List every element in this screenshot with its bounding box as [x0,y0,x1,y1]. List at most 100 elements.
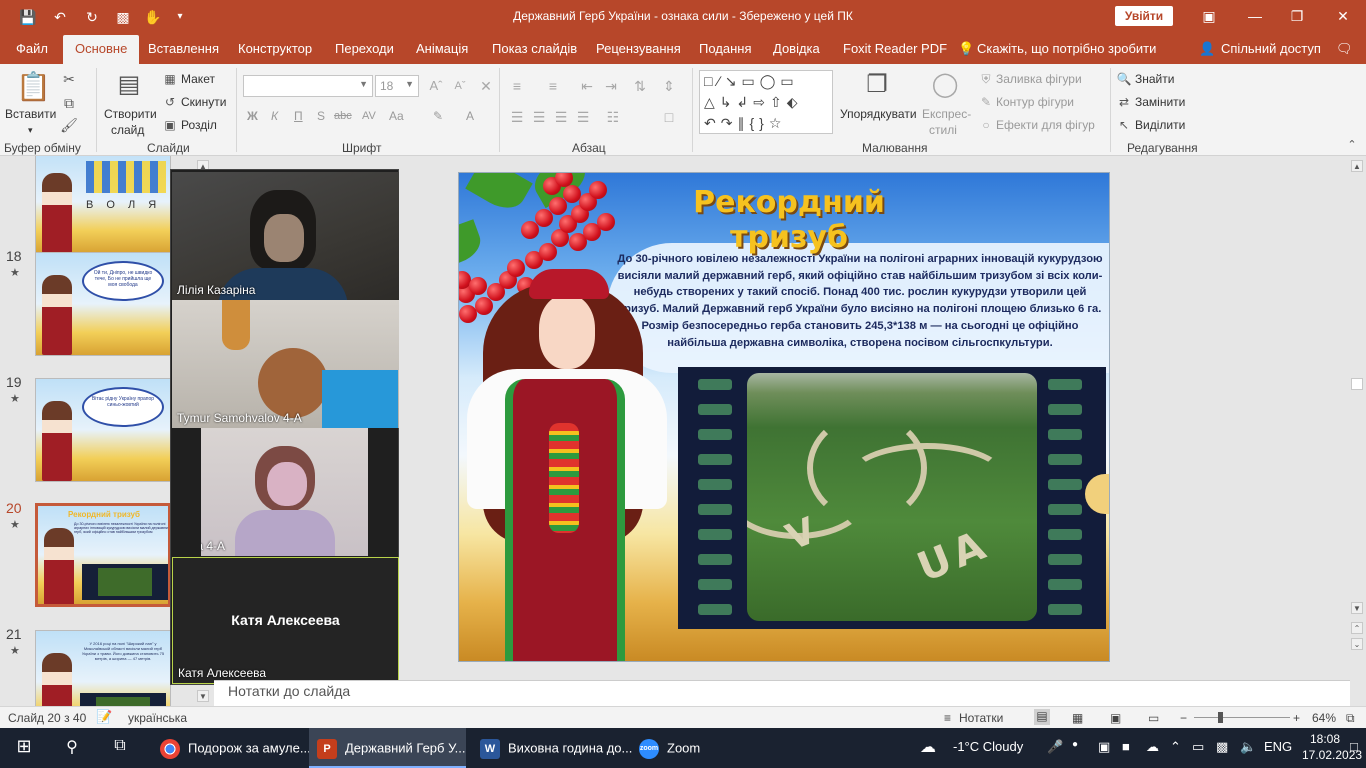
fit-slide-icon[interactable]: ⧉ [1346,711,1355,726]
paste-button[interactable]: Вставити [5,106,56,122]
close-icon[interactable]: ✕ [1320,0,1366,32]
slide-thumbnail[interactable]: Ой ти, Дніпро, не швидко тече, Бо не при… [35,252,171,356]
participant-video[interactable]: Tymur Samohvalov 4-А [172,300,399,428]
slide-body-text[interactable]: До 30-річного ювілею незалежності Україн… [617,251,1103,351]
notes-placeholder[interactable]: Нотатки до слайда [228,683,350,699]
shape-outline-button[interactable]: Контур фігури [996,94,1074,110]
microphone-icon[interactable]: 🎤 [1047,739,1063,755]
clear-format-icon[interactable]: ✕ [476,77,496,95]
layout-button[interactable]: Макет [181,71,215,87]
slide-thumbnail[interactable]: Вітає рідну Україну прапор синьо-жовтий [35,378,171,482]
copy-icon[interactable]: ⧉ [60,94,78,112]
strikethrough-button[interactable]: abc [334,108,352,124]
zoom-level[interactable]: 64% [1312,711,1336,725]
zoom-slider[interactable] [1194,717,1290,718]
layout-icon[interactable]: ▦ [162,70,178,88]
new-slide-icon[interactable]: ▤ [114,70,144,100]
quick-styles-button-line2[interactable]: стилі [929,122,957,138]
select-icon[interactable]: ↖ [1116,116,1132,134]
underline-button[interactable]: П [294,108,303,124]
sign-in-button[interactable]: Увійти [1115,6,1173,26]
normal-view-icon[interactable]: ▤ [1034,709,1050,725]
touch-mode-icon[interactable]: ✋ [143,7,163,27]
redo-icon[interactable]: ↻ [82,7,102,27]
ribbon-display-icon[interactable]: ▣ [1186,0,1232,32]
justify-icon[interactable]: ☰ [574,108,592,126]
undo-icon[interactable]: ↶ [50,7,70,27]
taskbar-app-zoom[interactable]: zoom Zoom [633,728,723,768]
tell-me-search[interactable]: Скажіть, що потрібно зробити [977,41,1156,56]
numbering-icon[interactable]: ≡ [544,77,562,95]
slide-thumbnail-selected[interactable]: Рекордний тризуб До 30-річного ювілею не… [35,503,171,607]
highlight-icon[interactable]: ✎ [433,108,443,124]
font-color-icon[interactable]: A [466,108,474,124]
tab-insert[interactable]: Вставлення [148,41,219,56]
participant-video[interactable]: Лілія Казаріна [172,172,399,300]
slide-title[interactable]: Рекордний тризуб [639,185,939,255]
onedrive-icon[interactable]: ☁ [1146,739,1159,755]
quick-styles-button[interactable]: Експрес- [922,106,971,122]
taskbar-app-chrome[interactable]: Подорож за амуле... [152,728,311,768]
search-icon[interactable]: 🔍 [1116,70,1132,88]
taskbar-app-powerpoint[interactable]: P Державний Герб У... [309,728,466,768]
new-slide-button[interactable]: Створити [104,106,157,122]
spellcheck-icon[interactable]: 📝 [96,709,112,725]
scroll-down-icon[interactable]: ▼ [197,690,209,702]
trident-field-photo[interactable]: UA V [678,367,1106,629]
shape-fill-button[interactable]: Заливка фігури [996,71,1082,87]
reading-view-icon[interactable]: ▣ [1110,711,1121,725]
scroll-down-icon[interactable]: ▼ [1351,602,1363,614]
zoom-tray-icon[interactable]: ● [1072,739,1078,750]
previous-slide-icon[interactable]: ⌃ [1351,622,1363,634]
shadow-button[interactable]: S [317,108,325,124]
tab-review[interactable]: Рецензування [596,41,681,56]
clock-time[interactable]: 18:08 [1304,732,1346,746]
section-icon[interactable]: ▣ [162,116,178,134]
zoom-video-panel[interactable]: Лілія Казаріна Tymur Samohvalov 4-А Кира… [170,169,399,685]
paste-icon[interactable]: 📋 [16,70,51,104]
slide-thumbnail[interactable]: В О Л Я [35,156,171,254]
participant-video-off[interactable]: Катя Алексеева Катя Алексеева [172,557,399,684]
new-slide-button-line2[interactable]: слайд [111,122,144,138]
paste-dropdown-icon[interactable]: ▾ [28,122,33,138]
collapse-ribbon-icon[interactable]: ⌃ [1344,136,1360,154]
tab-slideshow[interactable]: Показ слайдів [492,41,577,56]
increase-indent-icon[interactable]: ⇥ [602,77,620,95]
notes-pane[interactable]: Нотатки до слайда [214,680,1350,706]
change-case-button[interactable]: Aa [389,108,404,124]
shrink-font-icon[interactable]: Aˇ [450,77,470,95]
shape-fill-icon[interactable]: ⛨ [978,70,994,88]
app-tray-icon[interactable]: ▣ [1098,739,1110,755]
align-right-icon[interactable]: ☰ [552,108,570,126]
tab-transitions[interactable]: Переходи [335,41,394,56]
decrease-indent-icon[interactable]: ⇤ [578,77,596,95]
tab-help[interactable]: Довідка [773,41,820,56]
replace-icon[interactable]: ⇄ [1116,93,1132,111]
taskbar-app-word[interactable]: W Виховна година до... [472,728,632,768]
scroll-up-icon[interactable]: ▲ [1351,160,1363,172]
windows-start-icon[interactable]: ⊞ [14,736,34,757]
reset-icon[interactable]: ↺ [162,93,178,111]
shapes-gallery[interactable]: □∕↘▭◯▭ △↳↲⇨⇧⬖ ↶↷∥{}☆ [699,70,833,134]
weather-text[interactable]: -1°C Cloudy [953,739,1023,754]
app-tray-icon[interactable]: ■ [1122,739,1130,754]
replace-button[interactable]: Замінити [1135,94,1185,110]
scroll-thumb[interactable] [1351,378,1363,390]
present-from-start-icon[interactable]: ▩ [113,7,133,27]
tab-animations[interactable]: Анімація [416,41,468,56]
show-hidden-icons[interactable]: ⌃ [1170,739,1181,755]
notifications-icon[interactable]: □ [1350,739,1358,754]
volume-icon[interactable]: 🔈 [1240,739,1256,755]
section-button[interactable]: Розділ [181,117,217,133]
save-icon[interactable]: 💾 [18,7,38,27]
editor-scrollbar[interactable]: ▲ ▼ ⌃ ⌄ [1350,156,1364,680]
search-icon[interactable]: ⚲ [62,737,82,757]
font-size-combo[interactable]: 18 ▼ [375,75,419,97]
slide-thumbnail[interactable]: У 2016 році на полі "Широкий лан" у Мико… [35,630,171,706]
shape-effects-icon[interactable]: ○ [978,116,994,134]
zoom-out-icon[interactable]: − [1180,711,1187,725]
tab-foxit[interactable]: Foxit Reader PDF [843,41,947,56]
char-spacing-icon[interactable]: AV [362,108,376,124]
network-icon[interactable]: ▩ [1216,739,1228,755]
font-name-combo[interactable]: ▼ [243,75,373,97]
